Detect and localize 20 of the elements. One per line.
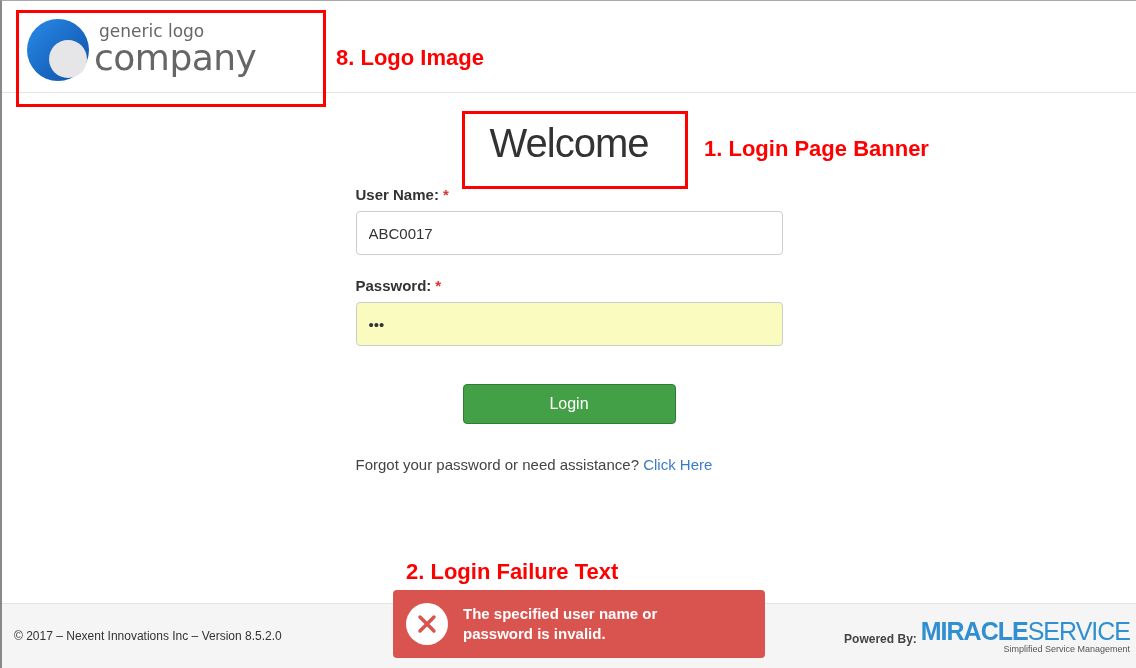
powered-by-text: Powered By: <box>844 632 917 646</box>
input-field[interactable]: ABC0017 <box>355 211 783 255</box>
annotation-label: 8. Logo Image <box>336 45 484 71</box>
field-label: Password: <box>355 277 432 294</box>
help-link[interactable]: Click Here <box>643 456 713 473</box>
error-message: The specified user name or password is invalid. <box>463 604 659 644</box>
annotation-label: 1. Login Page Banner <box>704 136 929 162</box>
annotation-label: 2. Login Failure Text <box>406 559 619 585</box>
required-mark: * <box>435 277 442 294</box>
field-label: User Name: <box>355 186 439 203</box>
logo-circle-icon <box>26 17 90 82</box>
welcome-heading: Welcome <box>489 121 649 166</box>
help-text: Forgot your password or need assistance? <box>355 456 639 473</box>
brand-tagline: Simplified Service Management <box>1003 644 1130 654</box>
brand-logo: MIRACLESERVICE <box>920 618 1130 644</box>
input-field[interactable]: ••• <box>355 302 783 346</box>
copyright-text: © 2017 – Nexent Innovations Inc – Version 8.5.2.0 <box>14 629 282 643</box>
required-mark: * <box>442 186 449 203</box>
close-icon <box>405 602 449 646</box>
company-logo: generic logo company <box>26 17 257 82</box>
